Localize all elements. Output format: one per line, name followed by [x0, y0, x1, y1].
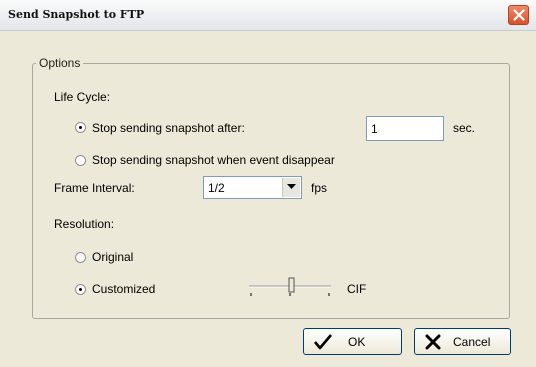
frame-interval-label: Frame Interval:: [54, 181, 135, 195]
cross-icon: [425, 334, 441, 350]
frame-interval-value: 1/2: [208, 181, 225, 195]
ok-button[interactable]: OK: [303, 328, 402, 355]
chevron-down-icon: [287, 184, 296, 189]
seconds-input[interactable]: [366, 116, 444, 141]
resolution-value-label: CIF: [347, 282, 367, 296]
options-legend: Options: [36, 56, 84, 70]
resolution-label: Resolution:: [54, 217, 115, 231]
frame-interval-select[interactable]: 1/2: [203, 176, 302, 199]
cancel-button[interactable]: Cancel: [414, 328, 511, 355]
close-button[interactable]: [508, 5, 529, 25]
seconds-unit-label: sec.: [453, 121, 476, 135]
title-bar: Send Snapshot to FTP: [0, 0, 536, 31]
customized-radio[interactable]: [75, 284, 86, 295]
ok-label: OK: [348, 335, 366, 349]
original-label: Original: [92, 250, 134, 264]
fps-unit-label: fps: [311, 181, 328, 195]
stop-after-label: Stop sending snapshot after:: [92, 121, 245, 135]
window-title: Send Snapshot to FTP: [8, 8, 145, 21]
original-radio[interactable]: [75, 252, 86, 263]
customized-label: Customized: [92, 282, 156, 296]
checkmark-icon: [314, 334, 332, 350]
close-icon: [513, 9, 525, 21]
life-cycle-label: Life Cycle:: [54, 90, 111, 104]
resolution-slider[interactable]: [249, 276, 331, 298]
dialog: Send Snapshot to FTP Options Life Cycle:…: [0, 0, 536, 367]
stop-after-radio[interactable]: [75, 122, 86, 133]
dropdown-button[interactable]: [282, 178, 300, 197]
stop-when-disappear-label: Stop sending snapshot when event disappe…: [92, 153, 335, 167]
slider-thumb: [288, 277, 295, 293]
cancel-label: Cancel: [453, 335, 491, 349]
stop-when-disappear-radio[interactable]: [75, 155, 86, 166]
